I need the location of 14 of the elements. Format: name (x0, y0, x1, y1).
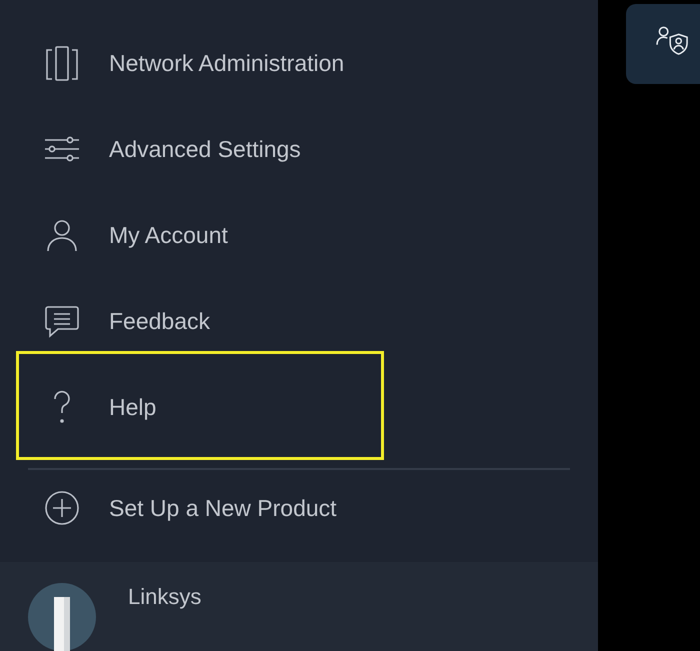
menu-item[interactable]: Network Administration (0, 20, 598, 106)
person-icon (44, 217, 80, 253)
chat-icon (44, 303, 80, 339)
menu-item[interactable]: Help (0, 364, 598, 450)
user-shield-icon (656, 25, 690, 55)
device-name: Linksys (128, 584, 202, 610)
menu-item[interactable]: Advanced Settings (0, 106, 598, 192)
nodes-icon (44, 45, 80, 81)
menu-item[interactable]: My Account (0, 192, 598, 278)
account-shield-button[interactable] (626, 4, 700, 84)
router-avatar-icon (28, 583, 96, 651)
setup-item[interactable]: Set Up a New Product (0, 474, 598, 543)
plus-circle-icon (44, 490, 80, 526)
menu-item[interactable]: Feedback (0, 278, 598, 364)
